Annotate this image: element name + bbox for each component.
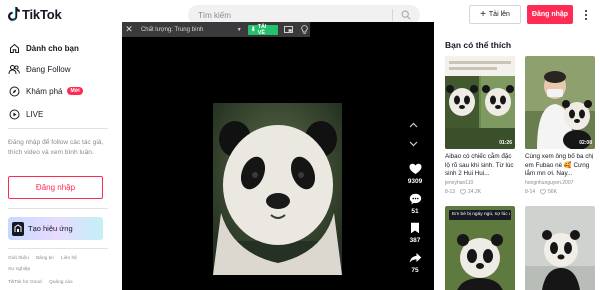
quality-select[interactable]: Chất lượng: Trung bình bbox=[141, 27, 237, 33]
sidebar-item-live[interactable]: LIVE bbox=[8, 106, 43, 122]
download-icon: ⬇ bbox=[250, 27, 256, 33]
more-options-icon[interactable] bbox=[580, 6, 592, 24]
video-overlay-caption: Em bé bị ngáy ngủ, sợ lúc điều bbox=[452, 212, 510, 217]
video-duration: 01:26 bbox=[499, 140, 512, 146]
footer-links-row-2: Sự nghiệp bbox=[8, 267, 36, 272]
footer-link-careers[interactable]: Sự nghiệp bbox=[8, 267, 30, 272]
downloader-toolbar: ✕ Chất lượng: Trung bình ▼ ⬇ TẢI VỀ bbox=[122, 22, 310, 37]
download-label: TẢI VỀ bbox=[257, 23, 267, 36]
panda-thumbnail-image bbox=[525, 206, 595, 290]
chevron-up-icon bbox=[409, 122, 417, 128]
following-icon bbox=[8, 63, 20, 75]
video-thumbnail[interactable]: 02:08 bbox=[525, 56, 595, 149]
panda-video-image bbox=[213, 103, 342, 275]
login-button-header[interactable]: Đăng nhập bbox=[527, 5, 573, 24]
close-icon[interactable]: ✕ bbox=[122, 22, 136, 37]
video-view-stat: 24.2K bbox=[460, 189, 481, 195]
share-action[interactable]: 75 bbox=[403, 251, 427, 274]
video-thumbnail[interactable]: Em bé bị ngáy ngủ, sợ lúc điều bbox=[445, 206, 515, 290]
previous-video-button[interactable] bbox=[406, 118, 420, 132]
login-button-sidebar[interactable]: Đăng nhập bbox=[8, 176, 103, 199]
comment-action[interactable]: 51 bbox=[403, 192, 427, 215]
footer-link-newsroom[interactable]: Bảng tin bbox=[36, 256, 54, 261]
video-thumbnail[interactable] bbox=[525, 206, 595, 290]
footer-links-row-1: Giới thiệu Bảng tin Liên hệ bbox=[8, 256, 83, 261]
next-video-button[interactable] bbox=[406, 137, 420, 151]
footer-links-row-3: TikTok for Good Quảng cáo bbox=[8, 280, 79, 285]
new-badge: Mới bbox=[67, 87, 83, 95]
keeper-thumbnail-image bbox=[525, 56, 595, 149]
footer-link-contact[interactable]: Liên hệ bbox=[61, 256, 77, 261]
live-icon bbox=[8, 108, 20, 120]
like-action[interactable]: 9309 bbox=[403, 162, 427, 185]
plus-icon: + bbox=[480, 8, 486, 20]
chevron-down-icon bbox=[409, 141, 417, 147]
heart-outline-icon bbox=[460, 189, 466, 195]
home-icon bbox=[8, 42, 20, 54]
create-effects-label: Tạo hiệu ứng bbox=[28, 224, 73, 233]
sidebar-item-following[interactable]: Đang Follow bbox=[8, 61, 70, 77]
sidebar-item-label: LIVE bbox=[26, 109, 44, 119]
video-title[interactable]: Cùng xem ông bố ba chị em Fubao nè 🥰 Cưn… bbox=[525, 153, 597, 179]
panda-thumbnail-image bbox=[445, 206, 515, 290]
sidebar-divider bbox=[8, 208, 108, 209]
lightbulb-icon[interactable] bbox=[298, 22, 310, 37]
upload-label: Tải lên bbox=[488, 11, 510, 18]
video-view-stat: 56K bbox=[540, 189, 557, 195]
video-like-stat: 8-14 bbox=[525, 189, 536, 195]
video-like-stat: 8-13 bbox=[445, 189, 456, 195]
heart-icon bbox=[403, 162, 427, 176]
video-thumbnail[interactable]: 01:26 bbox=[445, 56, 515, 149]
share-icon bbox=[403, 251, 427, 265]
bookmark-icon bbox=[403, 221, 427, 235]
sidebar-item-label: Đang Follow bbox=[26, 64, 71, 74]
video-frame[interactable] bbox=[213, 103, 342, 275]
download-button[interactable]: ⬇ TẢI VỀ bbox=[247, 23, 279, 36]
video-author[interactable]: hongnhunguyen.2007 bbox=[525, 180, 597, 186]
sidebar-item-label: Khám phá bbox=[26, 86, 63, 96]
create-effects-button[interactable]: Tạo hiệu ứng bbox=[8, 217, 103, 240]
video-title[interactable]: Aibao có chiếc cằm đặc lộ rõ sau khi sin… bbox=[445, 153, 517, 179]
upload-button[interactable]: + Tải lên bbox=[469, 5, 521, 24]
sidebar-item-for-you[interactable]: Dành cho bạn bbox=[8, 40, 79, 56]
video-player[interactable]: ✕ Chất lượng: Trung bình ▼ ⬇ TẢI VỀ 9309… bbox=[122, 22, 434, 290]
chevron-down-icon[interactable]: ▼ bbox=[237, 27, 242, 33]
sidebar-divider bbox=[8, 248, 108, 249]
sidebar-divider bbox=[8, 128, 108, 129]
login-prompt-text: Đăng nhập để follow các tác giả, thích v… bbox=[8, 139, 104, 156]
search-icon bbox=[401, 10, 411, 20]
video-duration: 02:08 bbox=[579, 140, 592, 146]
comment-icon bbox=[403, 192, 427, 206]
footer-link-about[interactable]: Giới thiệu bbox=[8, 256, 29, 261]
heart-outline-icon bbox=[540, 189, 546, 195]
footer-link-tiktok-for-good[interactable]: TikTok for Good bbox=[8, 280, 42, 285]
share-count: 75 bbox=[411, 267, 419, 274]
panda-thumbnail-image bbox=[445, 56, 515, 149]
suggestions-title: Bạn có thể thích bbox=[445, 40, 512, 50]
save-count: 387 bbox=[409, 237, 421, 244]
search-divider bbox=[392, 9, 393, 21]
video-stats: 8-13 24.2K bbox=[445, 189, 486, 195]
save-action[interactable]: 387 bbox=[403, 221, 427, 244]
footer-link-advertise[interactable]: Quảng cáo bbox=[49, 280, 72, 285]
sidebar-item-label: Dành cho bạn bbox=[26, 43, 79, 53]
logo-text: TikTok bbox=[22, 6, 62, 22]
video-stats: 8-14 56K bbox=[525, 189, 562, 195]
sidebar-item-explore[interactable]: Khám phá Mới bbox=[8, 83, 83, 99]
comment-count: 51 bbox=[411, 208, 419, 215]
like-count: 9309 bbox=[407, 178, 423, 185]
effect-house-icon bbox=[12, 221, 24, 236]
sidebar: Dành cho bạn Đang Follow Khám phá Mới LI… bbox=[0, 30, 118, 290]
tiktok-logo[interactable]: TikTok bbox=[6, 6, 62, 22]
video-author[interactable]: jennyhan110 bbox=[445, 180, 517, 186]
picture-in-picture-icon[interactable] bbox=[282, 22, 294, 37]
compass-icon bbox=[8, 85, 20, 97]
tiktok-logo-icon bbox=[8, 7, 20, 22]
